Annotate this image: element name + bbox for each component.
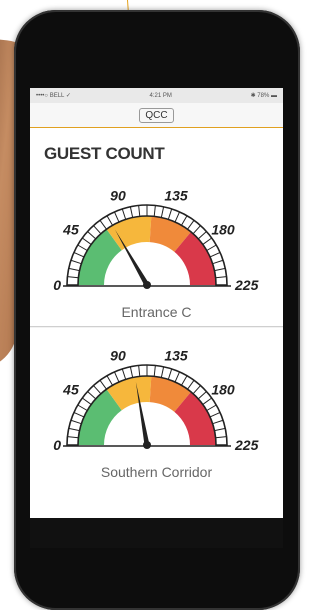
gauge-tick-label: 45 (62, 382, 79, 398)
gauge-tick-label: 180 (211, 222, 235, 238)
home-area (30, 518, 283, 548)
gauge-tick-label: 135 (164, 188, 188, 204)
gauge-tick-label: 45 (62, 222, 79, 238)
gauge-tick-label: 225 (234, 277, 259, 293)
gauge-label: Southern Corridor (100, 464, 213, 480)
gauge-hub (143, 281, 151, 289)
status-time: 4:21 PM (149, 92, 172, 99)
gauge-tick-label: 0 (53, 277, 61, 293)
gauge-tick-label: 90 (110, 348, 126, 364)
gauge-hub (143, 441, 151, 449)
gauge-tick-label: 180 (211, 382, 235, 398)
gauge-tick-label: 0 (53, 437, 61, 453)
gauge-card-1[interactable]: GUEST COUNT 0 45 90 135 180 225 Entrance C (30, 128, 283, 327)
gauge-tick-label: 135 (164, 348, 188, 364)
gauge-label: Entrance C (121, 304, 192, 320)
gauge-southern-corridor: 0 45 90 135 180 225 (53, 348, 259, 453)
nav-title[interactable]: QCC (139, 107, 174, 123)
gauge-tick-label: 225 (234, 437, 259, 453)
app-screen: ••••○ BELL ✓ 4:21 PM ✱ 78% ▬ QCC GUEST C… (30, 88, 283, 518)
nav-bar: QCC (30, 103, 283, 128)
gauge-entrance: 0 45 90 135 180 225 (53, 188, 259, 293)
battery-indicator: ✱ 78% ▬ (250, 93, 277, 99)
status-bar: ••••○ BELL ✓ 4:21 PM ✱ 78% ▬ (30, 88, 283, 103)
gauge-card-2[interactable]: 0 45 90 135 180 225 Southern Corridor (30, 328, 283, 518)
gauge-tick-label: 90 (110, 188, 126, 204)
carrier-signal: ••••○ BELL ✓ (36, 93, 71, 99)
